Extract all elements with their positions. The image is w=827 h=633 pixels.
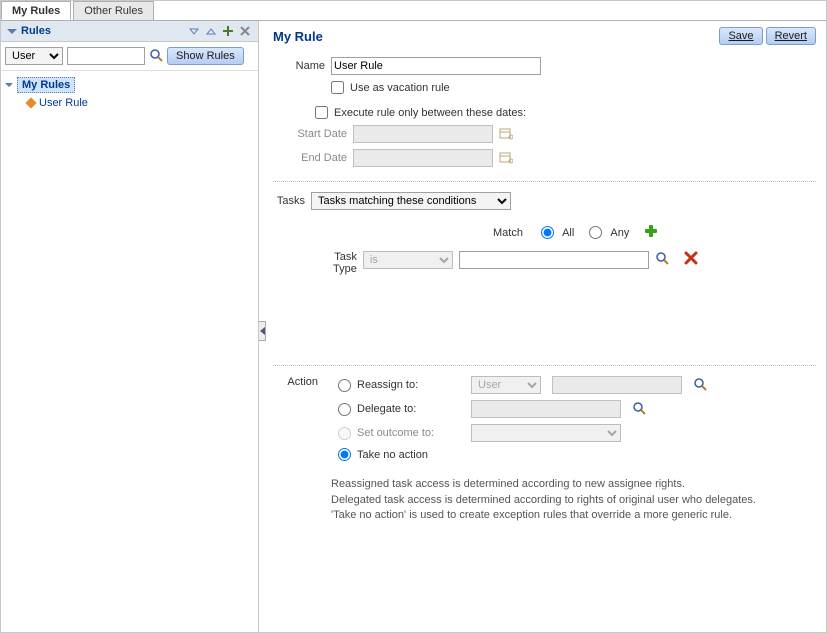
task-type-label-2: Type: [333, 263, 357, 275]
page-title: My Rule: [273, 29, 323, 44]
action-label: Action: [273, 376, 318, 388]
show-rules-button[interactable]: Show Rules: [167, 47, 244, 65]
calendar-icon[interactable]: [499, 150, 513, 167]
tree-root[interactable]: My Rules: [5, 77, 254, 93]
reassign-label: Reassign to:: [357, 379, 467, 391]
noaction-label: Take no action: [357, 449, 428, 461]
expand-icon[interactable]: [5, 83, 13, 87]
tab-other-rules[interactable]: Other Rules: [73, 1, 154, 20]
vacation-checkbox[interactable]: [331, 81, 344, 94]
tasks-select[interactable]: Tasks matching these conditions: [311, 192, 511, 210]
match-any-radio[interactable]: [589, 226, 602, 239]
search-icon[interactable]: [655, 251, 669, 268]
delegate-value-input: [471, 400, 621, 418]
add-condition-icon[interactable]: [644, 224, 658, 241]
match-all-radio[interactable]: [541, 226, 554, 239]
delegate-radio[interactable]: [338, 403, 351, 416]
remove-condition-icon[interactable]: [684, 251, 698, 268]
search-icon[interactable]: [693, 377, 707, 394]
rules-tree: My Rules User Rule: [1, 71, 258, 115]
help-text: Reassigned task access is determined acc…: [331, 477, 816, 523]
noaction-radio[interactable]: [338, 448, 351, 461]
save-button[interactable]: Save: [719, 27, 762, 45]
name-input[interactable]: [331, 57, 541, 75]
search-icon[interactable]: [149, 48, 163, 65]
search-icon[interactable]: [632, 401, 646, 418]
outcome-radio: [338, 427, 351, 440]
delete-rule-icon[interactable]: [238, 24, 252, 38]
end-date-input: [353, 149, 493, 167]
task-type-value-input[interactable]: [459, 251, 649, 269]
match-label: Match: [493, 227, 523, 239]
revert-button[interactable]: Revert: [766, 27, 816, 45]
name-label: Name: [283, 60, 325, 72]
rule-icon: [25, 97, 36, 108]
filter-value-input[interactable]: [67, 47, 145, 65]
panel-title: Rules: [21, 25, 51, 37]
date-range-label: Execute rule only between these dates:: [334, 107, 526, 119]
content-pane: My Rule Save Revert Name Use as vacation…: [259, 21, 826, 632]
tab-my-rules[interactable]: My Rules: [1, 1, 71, 20]
task-type-op-select[interactable]: is: [363, 251, 453, 269]
outcome-select: [471, 424, 621, 442]
calendar-icon[interactable]: [499, 126, 513, 143]
triangle-up-icon[interactable]: [204, 24, 218, 38]
outcome-label: Set outcome to:: [357, 427, 467, 439]
vacation-label: Use as vacation rule: [350, 82, 450, 94]
start-date-input: [353, 125, 493, 143]
match-all-label: All: [562, 227, 574, 239]
collapse-icon[interactable]: [7, 29, 17, 34]
date-range-checkbox[interactable]: [315, 106, 328, 119]
filter-type-select[interactable]: User: [5, 47, 63, 65]
tasks-label: Tasks: [273, 195, 305, 207]
reassign-radio[interactable]: [338, 379, 351, 392]
start-date-label: Start Date: [287, 128, 347, 140]
reassign-type-select[interactable]: User: [471, 376, 541, 394]
tab-bar: My Rules Other Rules: [1, 1, 826, 21]
reassign-value-input: [552, 376, 682, 394]
add-rule-icon[interactable]: [221, 24, 235, 38]
task-type-label: Task: [333, 251, 357, 263]
sidebar: Rules User: [1, 21, 259, 632]
triangle-down-icon[interactable]: [187, 24, 201, 38]
end-date-label: End Date: [287, 152, 347, 164]
panel-header: Rules: [1, 21, 258, 42]
delegate-label: Delegate to:: [357, 403, 467, 415]
tree-item-user-rule[interactable]: User Rule: [27, 97, 254, 109]
sidebar-collapse-handle[interactable]: [259, 321, 266, 341]
filter-row: User Show Rules: [1, 42, 258, 71]
match-any-label: Any: [610, 227, 629, 239]
